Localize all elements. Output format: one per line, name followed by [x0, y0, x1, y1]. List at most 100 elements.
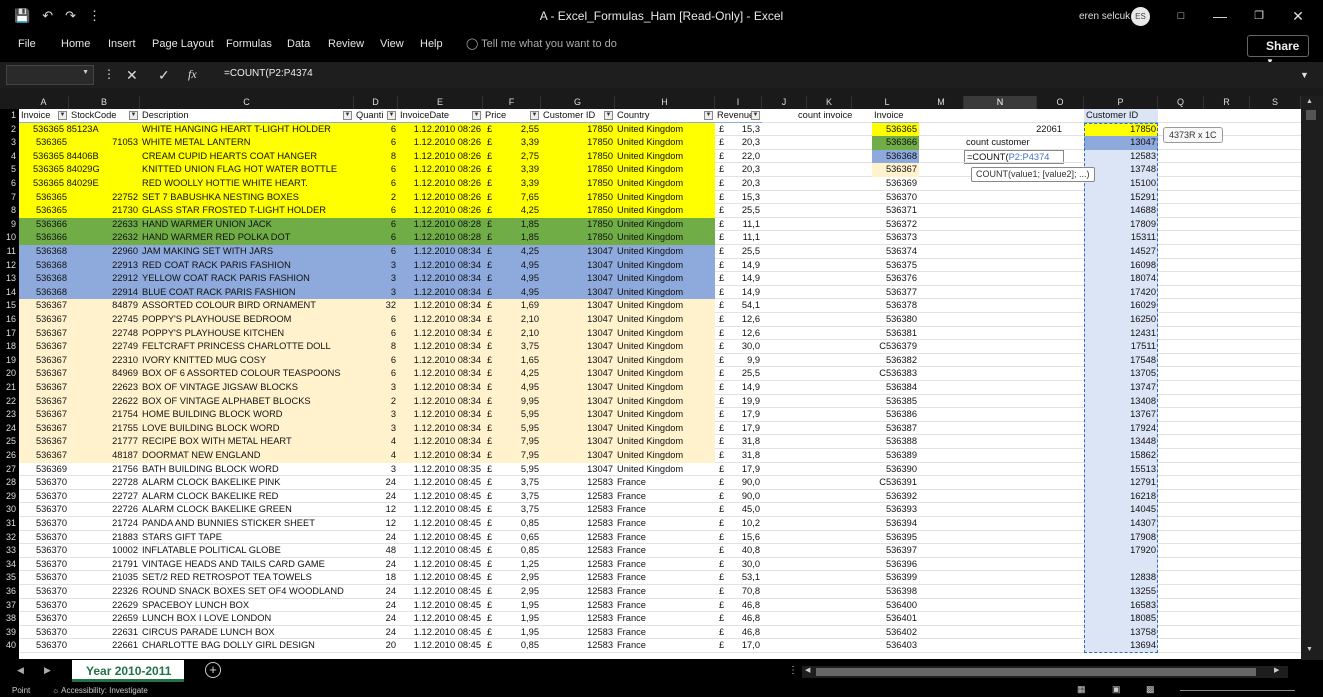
cell-customer-id[interactable]: 13047: [541, 367, 615, 381]
cell-quantity[interactable]: 3: [354, 272, 398, 286]
cell-revenue[interactable]: 17,9: [727, 408, 762, 422]
cell-stockcode[interactable]: 22632: [69, 231, 140, 245]
column-header-c[interactable]: C: [140, 96, 354, 109]
cell-revenue[interactable]: 14,9: [727, 259, 762, 273]
cell-revenue[interactable]: 22,0: [727, 150, 762, 164]
cell-quantity[interactable]: 8: [354, 149, 398, 164]
insert-function-icon[interactable]: fx: [188, 67, 197, 82]
cell-country[interactable]: France: [615, 639, 715, 653]
cell-country[interactable]: United Kingdom: [615, 231, 715, 245]
column-header-h[interactable]: H: [615, 96, 715, 109]
cell-price[interactable]: 2,10: [495, 326, 541, 341]
cell-invoice[interactable]: 536369: [19, 463, 69, 477]
filter-dropdown-icon[interactable]: ▼: [530, 111, 539, 120]
row-header[interactable]: 23: [0, 408, 19, 422]
invoice-list-cell[interactable]: 536395: [872, 531, 919, 545]
cell-invoice[interactable]: 536367: [19, 394, 69, 409]
cell-description[interactable]: BOX OF VINTAGE ALPHABET BLOCKS: [140, 394, 354, 409]
cell-quantity[interactable]: 6: [354, 122, 398, 137]
cell-currency[interactable]: £: [715, 204, 727, 218]
cell-description[interactable]: BOX OF 6 ASSORTED COLOUR TEASPOONS: [140, 367, 354, 381]
row-header[interactable]: 31: [0, 517, 19, 531]
cell-description[interactable]: BATH BUILDING BLOCK WORD: [140, 463, 354, 477]
tab-page-layout[interactable]: Page Layout: [152, 38, 214, 50]
cell-currency[interactable]: £: [483, 353, 495, 368]
cell-quantity[interactable]: 6: [354, 204, 398, 218]
cell-invoice[interactable]: 536367: [19, 299, 69, 313]
column-header-p[interactable]: P: [1084, 96, 1158, 109]
cell-country[interactable]: United Kingdom: [615, 394, 715, 409]
cell-customer-id[interactable]: 13047: [541, 463, 615, 477]
cell-currency[interactable]: £: [483, 285, 495, 300]
customer-id-header[interactable]: Customer ID: [1084, 109, 1158, 123]
cell-stockcode[interactable]: 21791: [69, 558, 140, 572]
scroll-left-icon[interactable]: ◀: [805, 666, 810, 674]
cell-stockcode[interactable]: 21035: [69, 571, 140, 585]
row-header[interactable]: 20: [0, 367, 19, 381]
filter-dropdown-icon[interactable]: ▼: [58, 111, 67, 120]
vertical-scrollbar[interactable]: ▲ ▼: [1301, 96, 1323, 660]
cell-stockcode[interactable]: 21883: [69, 531, 140, 545]
cell-spacer[interactable]: [69, 150, 71, 164]
invoice-list-cell[interactable]: 536384: [872, 381, 919, 395]
tab-insert[interactable]: Insert: [108, 38, 136, 50]
cell-price[interactable]: 3,39: [495, 136, 541, 150]
cell-price[interactable]: 2,95: [495, 585, 541, 599]
cell-country[interactable]: United Kingdom: [615, 190, 715, 205]
cell-revenue[interactable]: 25,5: [727, 245, 762, 259]
cell-invoice-date[interactable]: 1.12.2010 08:45: [398, 490, 483, 504]
cell-currency[interactable]: £: [483, 149, 495, 164]
cell-country[interactable]: United Kingdom: [615, 381, 715, 395]
cell-currency[interactable]: £: [483, 217, 495, 232]
cell-invoice-date[interactable]: 1.12.2010 08:34: [398, 245, 483, 259]
cell-country[interactable]: France: [615, 490, 715, 504]
row-header[interactable]: 5: [0, 163, 19, 177]
share-button[interactable]: Share ▼: [1247, 35, 1309, 66]
cell-invoice[interactable]: 536365: [19, 204, 69, 218]
cell-price[interactable]: 3,75: [495, 340, 541, 354]
cell-currency[interactable]: £: [483, 258, 495, 273]
cell-revenue[interactable]: 30,0: [727, 558, 762, 572]
cell-currency[interactable]: £: [715, 313, 727, 327]
cell-country[interactable]: United Kingdom: [615, 313, 715, 327]
cell-invoice-date[interactable]: 1.12.2010 08:45: [398, 558, 483, 572]
invoice-list-cell[interactable]: 536380: [872, 313, 919, 327]
cell-quantity[interactable]: 6: [354, 231, 398, 245]
cell-country[interactable]: United Kingdom: [615, 435, 715, 449]
cell-invoice-date[interactable]: 1.12.2010 08:34: [398, 394, 483, 409]
filter-dropdown-icon[interactable]: ▼: [129, 111, 138, 120]
cell-currency[interactable]: £: [483, 163, 495, 177]
cell-country[interactable]: France: [615, 558, 715, 572]
tab-help[interactable]: Help: [420, 38, 443, 50]
cell-quantity[interactable]: 24: [354, 599, 398, 613]
cell-invoice[interactable]: 536370: [19, 517, 69, 531]
cell-invoice-stockcode[interactable]: 536365 84029G: [19, 163, 140, 177]
cell-description[interactable]: HAND WARMER RED POLKA DOT: [140, 231, 354, 245]
prev-sheet-icon[interactable]: ◀: [17, 665, 24, 676]
cell-currency[interactable]: £: [715, 299, 727, 313]
cell-currency[interactable]: £: [715, 585, 727, 599]
cell-price[interactable]: 1,85: [495, 231, 541, 245]
row-header[interactable]: 26: [0, 449, 19, 463]
cell-description[interactable]: BLUE COAT RACK PARIS FASHION: [140, 285, 354, 300]
row-header[interactable]: 32: [0, 531, 19, 545]
cell-quantity[interactable]: 4: [354, 449, 398, 463]
cell-quantity[interactable]: 3: [354, 258, 398, 273]
cell-quantity[interactable]: 6: [354, 163, 398, 177]
cell-description[interactable]: INFLATABLE POLITICAL GLOBE: [140, 544, 354, 558]
cell-quantity[interactable]: 6: [354, 177, 398, 191]
invoice-list-cell[interactable]: 536382: [872, 354, 919, 368]
cell-currency[interactable]: £: [715, 381, 727, 395]
cell-currency[interactable]: £: [483, 326, 495, 341]
row-header[interactable]: 17: [0, 327, 19, 341]
invoice-list-cell[interactable]: C536383: [872, 367, 919, 381]
enter-icon[interactable]: ✓: [158, 67, 170, 84]
cell-customer-id[interactable]: 12583: [541, 517, 615, 531]
tab-data[interactable]: Data: [287, 38, 310, 50]
cell-revenue[interactable]: 11,1: [727, 218, 762, 232]
cell-currency[interactable]: £: [715, 435, 727, 449]
cell-revenue[interactable]: 46,8: [727, 626, 762, 640]
cell-currency[interactable]: £: [715, 612, 727, 626]
cell-stockcode[interactable]: 84969: [69, 367, 140, 381]
cell-currency[interactable]: £: [483, 449, 495, 463]
